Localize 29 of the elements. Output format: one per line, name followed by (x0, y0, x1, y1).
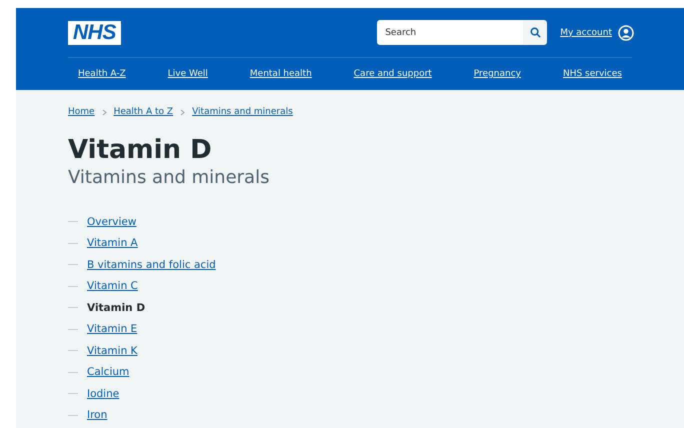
breadcrumb-link[interactable]: Vitamins and minerals (192, 107, 293, 117)
nav-link[interactable]: Care and support (354, 69, 432, 79)
breadcrumb-link[interactable]: Home (68, 107, 95, 117)
contents-link[interactable]: Iron (87, 409, 108, 422)
account-link[interactable]: My account (560, 28, 612, 38)
contents-link[interactable]: Overview (87, 216, 136, 228)
nav-link[interactable]: Mental health (250, 69, 312, 79)
contents-link[interactable]: B vitamins and folic acid (87, 258, 216, 271)
contents-link[interactable]: Vitamin E (87, 323, 138, 336)
contents-link[interactable]: Calcium (87, 366, 130, 378)
contents-link[interactable]: Iodine (87, 388, 120, 400)
contents-link[interactable]: Vitamin A (87, 237, 138, 250)
chevron-icon (102, 108, 107, 116)
search-button[interactable] (523, 20, 548, 45)
nhs-logo[interactable]: NHS (68, 20, 121, 44)
current-page-label[interactable]: Vitamin D (87, 302, 146, 314)
page-subtitle: Vitamins and minerals (68, 166, 270, 190)
nav-link[interactable]: NHS services (562, 69, 622, 79)
page-title: Vitamin D (68, 134, 213, 166)
contents-link[interactable]: Vitamin C (87, 280, 138, 292)
search-icon (530, 27, 541, 38)
nav-link[interactable]: Pregnancy (474, 69, 522, 79)
nav-link[interactable]: Live Well (168, 69, 208, 79)
breadcrumb-link[interactable]: Health A to Z (114, 107, 174, 117)
search-field[interactable]: Search (377, 20, 524, 45)
account-icon[interactable] (618, 24, 634, 40)
chevron-icon (180, 108, 186, 116)
contents-link[interactable]: Vitamin K (87, 344, 138, 357)
nav-link[interactable]: Health A-Z (78, 69, 126, 79)
